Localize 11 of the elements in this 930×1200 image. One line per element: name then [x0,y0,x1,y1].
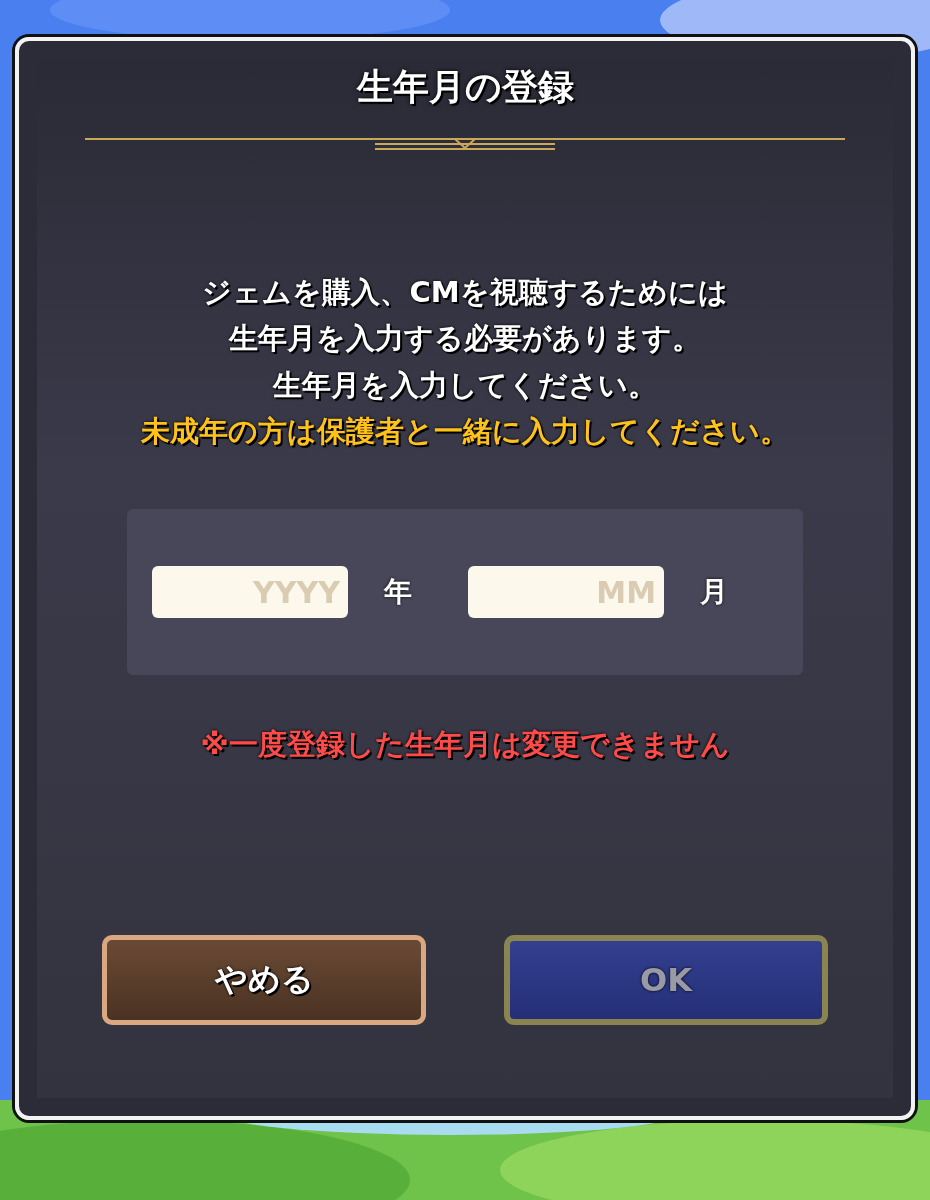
warning-note: ※一度登録した生年月は変更できません [200,726,730,763]
cancel-button[interactable]: やめる [102,935,426,1025]
message-line: ジェムを購入、CMを視聴するためには [202,274,728,311]
message-line: 未成年の方は保護者と一緒に入力してください。 [141,412,789,449]
message-line: 生年月を入力してください。 [273,366,657,403]
field-unit: 年 [384,574,412,610]
input-field[interactable]: YYYY [152,566,348,618]
message-line: 生年月を入力する必要があります。 [229,320,701,357]
input-field[interactable]: MM [468,566,664,618]
dialog-title: 生年月の登録 [356,65,574,109]
field-unit: 月 [700,574,728,610]
